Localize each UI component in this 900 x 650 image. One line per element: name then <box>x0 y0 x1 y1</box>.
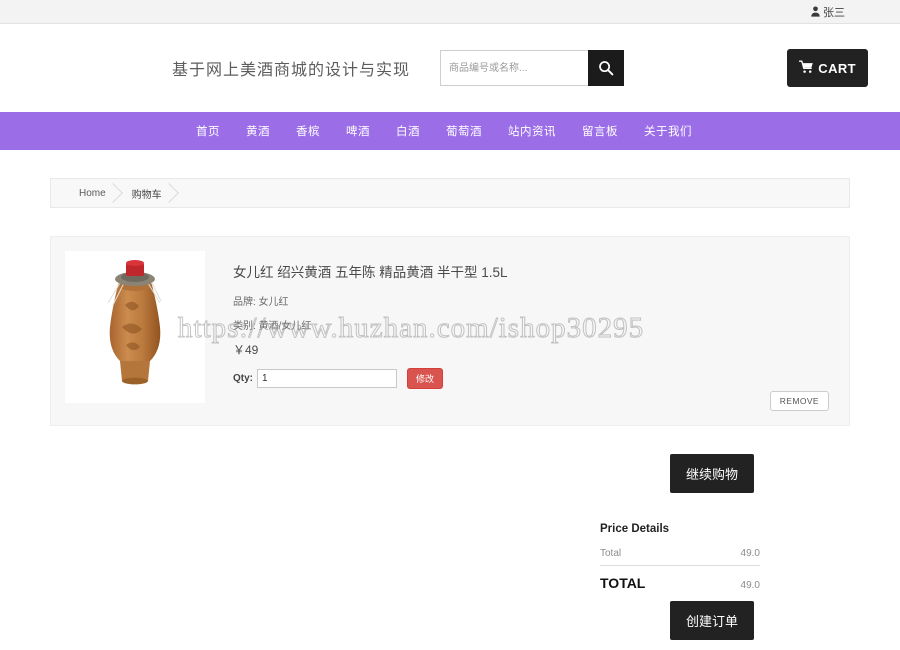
nav-item-guestbook[interactable]: 留言板 <box>582 123 618 139</box>
search-icon <box>598 60 614 76</box>
nav-item-baijiu[interactable]: 白酒 <box>396 123 420 139</box>
user-account-link[interactable]: 张三 <box>811 4 845 20</box>
search-input[interactable] <box>440 50 589 86</box>
cart-icon <box>799 60 814 77</box>
nav-item-beer[interactable]: 啤酒 <box>346 123 370 139</box>
search-button[interactable] <box>588 50 625 86</box>
cart-label: CART <box>818 60 856 76</box>
continue-shopping-button[interactable]: 继续购物 <box>669 454 754 493</box>
create-order-button[interactable]: 创建订单 <box>669 601 754 640</box>
price-row-total: Total 49.0 <box>600 548 760 566</box>
cart-item-card: 女儿红 绍兴黄酒 五年陈 精品黄酒 半干型 1.5L 品牌: 女儿红 类别: 黄… <box>50 236 850 426</box>
price-details-section: Price Details Total 49.0 TOTAL 49.0 <box>50 523 850 591</box>
price-row-label: Total <box>600 548 622 559</box>
wine-jar-image <box>107 260 162 385</box>
site-header: 基于网上美酒商城的设计与实现 CART <box>0 24 900 112</box>
breadcrumb-item-home[interactable]: Home <box>79 178 124 208</box>
modify-quantity-button[interactable]: 修改 <box>407 368 444 389</box>
product-brand: 品牌: 女儿红 <box>233 297 289 308</box>
page-content: Home 购物车 女儿红 绍兴黄酒 五年陈 精品黄酒 半干型 1.5L 品牌: … <box>0 178 900 640</box>
breadcrumb-home-link[interactable]: Home <box>79 188 106 199</box>
product-title[interactable]: 女儿红 绍兴黄酒 五年陈 精品黄酒 半干型 1.5L <box>233 261 508 281</box>
nav-item-champagne[interactable]: 香槟 <box>296 123 320 139</box>
nav-item-wine[interactable]: 葡萄酒 <box>446 123 482 139</box>
product-thumbnail[interactable] <box>65 251 205 403</box>
grand-total-value: 49.0 <box>740 580 760 591</box>
nav-item-about[interactable]: 关于我们 <box>644 123 692 139</box>
breadcrumb: Home 购物车 <box>50 178 850 208</box>
top-utility-bar: 张三 <box>0 0 900 24</box>
product-info: 女儿红 绍兴黄酒 五年陈 精品黄酒 半干型 1.5L 品牌: 女儿红 类别: 黄… <box>205 251 508 411</box>
site-title: 基于网上美酒商城的设计与实现 <box>172 62 411 79</box>
product-category: 类别: 黄酒/女儿红 <box>233 321 312 332</box>
quantity-row: Qty: 修改 <box>233 368 508 389</box>
create-order-row: 创建订单 <box>50 601 850 640</box>
product-price: ￥49 <box>233 343 259 357</box>
grand-total-row: TOTAL 49.0 <box>600 575 760 591</box>
breadcrumb-cart-label: 购物车 <box>131 189 162 201</box>
price-row-value: 49.0 <box>740 548 760 559</box>
main-navigation: 首页 黄酒 香槟 啤酒 白酒 葡萄酒 站内资讯 留言板 关于我们 <box>0 112 900 150</box>
nav-item-home[interactable]: 首页 <box>196 123 220 139</box>
user-icon <box>811 6 820 17</box>
quantity-label: Qty: <box>233 373 253 384</box>
grand-total-label: TOTAL <box>600 575 646 591</box>
continue-shopping-row: 继续购物 <box>50 454 850 493</box>
breadcrumb-item-cart: 购物车 <box>132 178 180 208</box>
search-form <box>440 50 625 86</box>
cart-button[interactable]: CART <box>787 49 868 87</box>
price-details-heading: Price Details <box>600 523 670 535</box>
nav-item-news[interactable]: 站内资讯 <box>508 123 556 139</box>
remove-item-button[interactable]: REMOVE <box>769 391 829 411</box>
price-details-box: Price Details Total 49.0 TOTAL 49.0 <box>600 523 760 591</box>
nav-item-huangjiu[interactable]: 黄酒 <box>246 123 270 139</box>
quantity-input[interactable] <box>257 369 397 388</box>
user-name: 张三 <box>823 6 845 19</box>
